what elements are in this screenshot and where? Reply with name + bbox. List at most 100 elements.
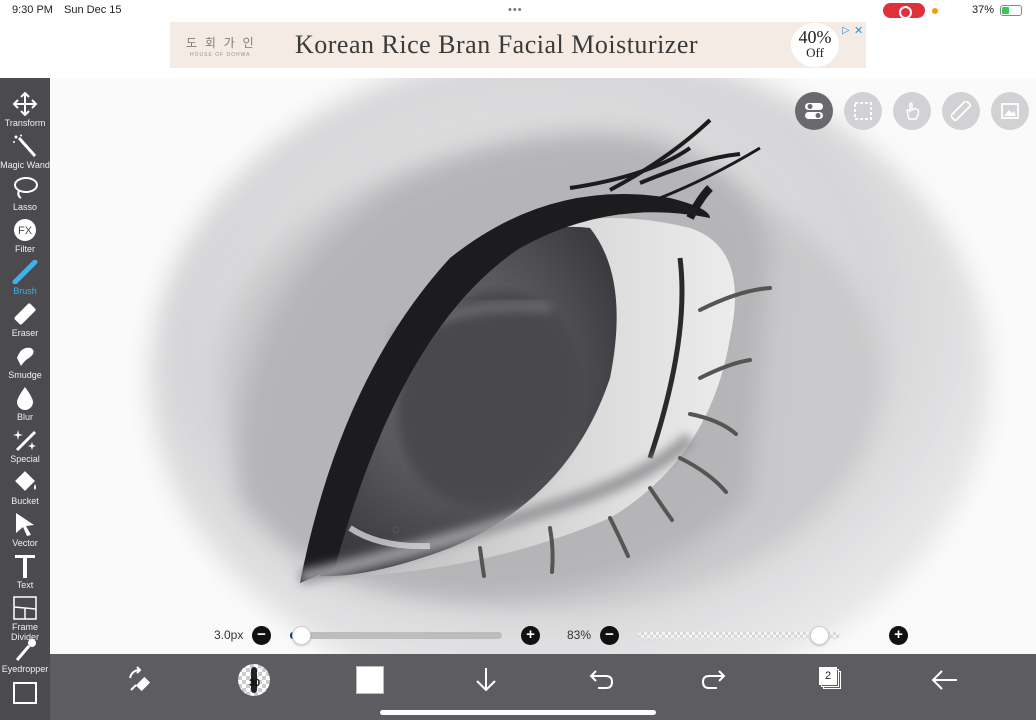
tool-label: Magic Wand	[0, 160, 50, 170]
undo-icon	[589, 670, 614, 689]
color-swatch[interactable]	[356, 666, 384, 694]
battery-icon	[1000, 5, 1022, 16]
status-time: 9:30 PM	[12, 4, 53, 16]
selection-button[interactable]	[844, 92, 882, 130]
arrow-left-icon	[931, 670, 957, 690]
magic-wand-icon	[13, 134, 37, 157]
mic-indicator-icon	[932, 8, 938, 14]
brush-icon	[12, 260, 38, 284]
eye-artwork	[50, 78, 1036, 654]
home-indicator[interactable]	[380, 710, 656, 715]
redo-button[interactable]	[697, 664, 733, 696]
status-date: Sun Dec 15	[64, 4, 122, 16]
redo-icon	[701, 670, 726, 689]
multitask-dots[interactable]: •••	[508, 4, 523, 16]
bucket-icon	[15, 471, 36, 491]
image-icon	[1001, 103, 1019, 119]
tool-smudge[interactable]: Smudge	[0, 342, 50, 384]
swap-brush-eraser-button[interactable]	[122, 664, 158, 696]
lasso-icon	[14, 177, 38, 199]
eraser-icon	[14, 303, 36, 325]
tool-magic-wand[interactable]: Magic Wand	[0, 132, 50, 174]
opacity-increase-button[interactable]: +	[889, 626, 908, 645]
tool-blur[interactable]: Blur	[0, 384, 50, 426]
tool-label: Lasso	[12, 202, 38, 212]
dashed-selection-icon	[854, 102, 872, 120]
tool-brush[interactable]: Brush	[0, 258, 50, 300]
layer-frame-icon[interactable]	[13, 682, 37, 704]
ruler-button[interactable]	[942, 92, 980, 130]
tool-transform[interactable]: Transform	[0, 90, 50, 132]
brush-preview-button[interactable]: 30	[238, 664, 270, 696]
tool-label: Filter	[15, 244, 35, 254]
cursor-arrow-icon	[16, 513, 34, 536]
ad-area: 도 회 가 인 HOUSE OF DOHWA Korean Rice Bran …	[0, 20, 1036, 78]
tool-label: Smudge	[8, 370, 42, 380]
frame-divider-icon	[13, 596, 37, 620]
ad-title: Korean Rice Bran Facial Moisturizer	[295, 30, 699, 59]
tool-sidebar: Transform Magic Wand Lasso FX Filter Bru…	[0, 78, 50, 720]
tool-label: Eyedropper	[1, 664, 49, 674]
size-decrease-button[interactable]: −	[252, 626, 271, 645]
size-slider-track[interactable]	[290, 632, 502, 639]
tool-label: Bucket	[11, 496, 39, 506]
tool-label: Text	[16, 580, 34, 590]
ad-banner[interactable]: 도 회 가 인 HOUSE OF DOHWA Korean Rice Bran …	[170, 22, 866, 68]
tool-eraser[interactable]: Eraser	[0, 300, 50, 342]
tool-label: Eraser	[11, 328, 39, 338]
size-slider-knob[interactable]	[292, 626, 312, 645]
ad-close-icon[interactable]: ✕	[854, 24, 863, 37]
layers-button[interactable]: 2	[818, 666, 842, 690]
tool-label: Brush	[13, 286, 37, 296]
opacity-slider-knob[interactable]	[809, 626, 829, 645]
svg-text:FX: FX	[18, 225, 33, 237]
status-bar: 9:30 PM Sun Dec 15 ••• 37%	[0, 0, 1036, 20]
brush-size-value: 3.0px	[214, 628, 244, 642]
layer-count: 2	[819, 667, 837, 685]
tool-bucket[interactable]: Bucket	[0, 468, 50, 510]
tool-text[interactable]: Text	[0, 552, 50, 594]
back-button[interactable]	[927, 664, 963, 696]
touch-button[interactable]	[893, 92, 931, 130]
tool-lasso[interactable]: Lasso	[0, 174, 50, 216]
battery-fill	[1002, 7, 1010, 14]
brush-preview-number: 30	[249, 678, 261, 689]
tool-label: Transform	[4, 118, 46, 128]
ad-brand: 도 회 가 인	[186, 36, 256, 50]
drawing-canvas[interactable]	[50, 78, 1036, 654]
tool-vector[interactable]: Vector	[0, 510, 50, 552]
undo-button[interactable]	[582, 664, 618, 696]
ruler-icon	[951, 101, 971, 121]
ad-discount-badge: 40% Off	[791, 23, 839, 67]
brush-slider-row: 3.0px − + 83% − +	[50, 622, 1036, 648]
download-button[interactable]	[468, 664, 504, 696]
battery-percent: 37%	[972, 4, 995, 16]
ad-discount-suffix: Off	[806, 45, 824, 60]
ad-discount: 40%	[798, 27, 832, 47]
eyedropper-icon	[15, 639, 36, 661]
gallery-button[interactable]	[991, 92, 1029, 130]
tool-special[interactable]: Special	[0, 426, 50, 468]
sparkle-pen-icon	[13, 430, 37, 452]
tool-filter[interactable]: FX Filter	[0, 216, 50, 258]
text-t-icon	[15, 555, 35, 578]
ad-brand-sub: HOUSE OF DOHWA	[190, 52, 251, 58]
tool-label: Vector	[12, 538, 38, 548]
tool-label: Special	[10, 454, 40, 464]
opacity-decrease-button[interactable]: −	[600, 626, 619, 645]
size-increase-button[interactable]: +	[521, 626, 540, 645]
hand-touch-icon	[906, 102, 920, 120]
move-arrows-icon	[12, 92, 38, 116]
tool-eyedropper[interactable]: Eyedropper	[0, 636, 50, 678]
screen-recording-indicator[interactable]	[883, 3, 925, 19]
toggle-switch-icon	[805, 103, 823, 119]
arrow-down-icon	[476, 668, 496, 692]
brush-eraser-swap-icon	[129, 666, 151, 692]
tool-label: Blur	[16, 412, 33, 422]
smudge-icon	[17, 347, 34, 366]
toggle-settings-button[interactable]	[795, 92, 833, 130]
adchoices-icon[interactable]: ▷	[842, 25, 850, 36]
fx-icon: FX	[14, 219, 36, 241]
brush-opacity-value: 83%	[567, 628, 592, 642]
tool-frame-divider[interactable]: Frame Divider	[0, 594, 50, 642]
